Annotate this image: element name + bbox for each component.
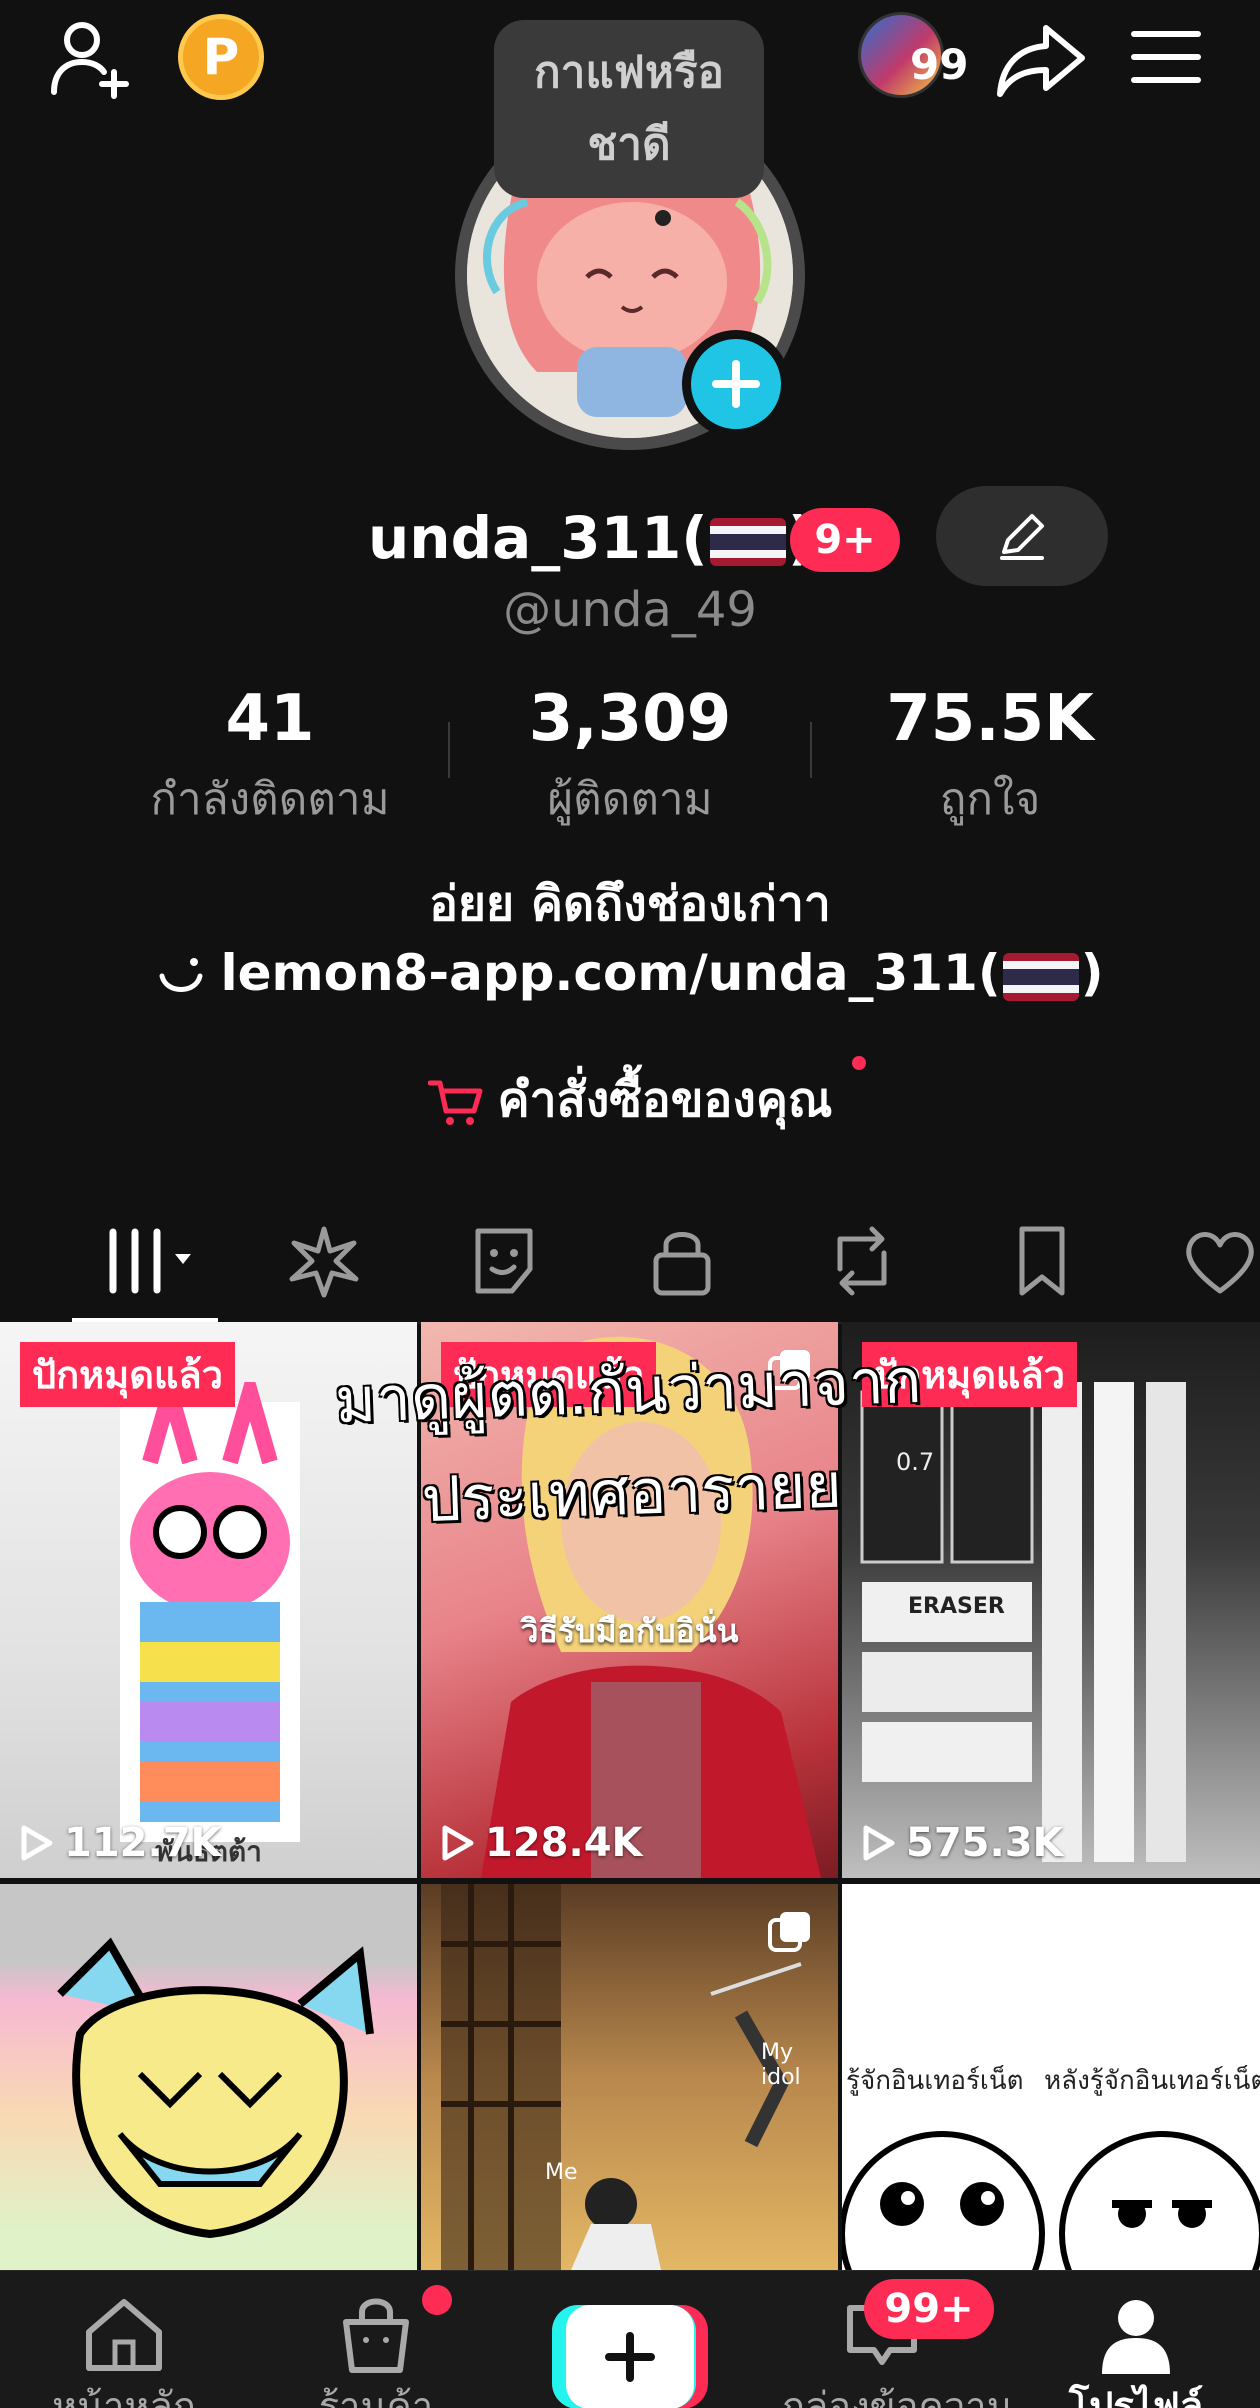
multi-video-icon: [768, 1912, 810, 1952]
video-tile[interactable]: [0, 1884, 417, 2270]
view-count-text: 128.4K: [485, 1820, 643, 1866]
grid-videos-icon: [109, 1228, 191, 1294]
tab-videos[interactable]: [95, 1216, 195, 1306]
eraser-label: ERASER: [908, 1594, 1005, 1619]
play-icon: [863, 1825, 895, 1861]
pencil-icon: [1000, 514, 1044, 560]
orders-label: คำสั่งซื้อของคุณ: [497, 1072, 833, 1128]
meme-text-right: หลังรู้จักอินเทอร์เน็ต: [1044, 2066, 1260, 2096]
stat-value: 3,309: [528, 682, 732, 756]
view-count: 112.7K: [20, 1820, 222, 1866]
thumbnail-art: [842, 2131, 1260, 2270]
edit-profile-button[interactable]: [936, 486, 1108, 586]
display-name-text: unda_311(: [368, 504, 708, 572]
cart-icon: [427, 1080, 483, 1125]
sparkle-effects-icon: [289, 1226, 359, 1298]
video-tile[interactable]: รู้จักอินเทอร์เน็ต หลังรู้จักอินเทอร์เน็…: [842, 1884, 1260, 2270]
stat-label: กำลังติดตาม: [150, 774, 390, 825]
video-overlay-caption: มาดูผู้ตต.กันว่ามาจากประเทศอารายย: [333, 1343, 923, 1537]
stat-likes[interactable]: 75.5K ถูกใจ: [810, 682, 1170, 834]
display-name: unda_311(): [368, 504, 814, 572]
meme-label-top: My idol: [761, 2040, 801, 2090]
add-story-button[interactable]: [682, 330, 790, 438]
tab-reposts[interactable]: [812, 1216, 912, 1306]
stat-followers[interactable]: 3,309 ผู้ติดตาม: [450, 682, 810, 834]
bio-link[interactable]: lemon8-app.com/unda_311(): [0, 944, 1260, 1002]
your-orders-link[interactable]: คำสั่งซื้อของคุณ: [0, 1062, 1260, 1138]
pinned-badge: ปักหมุดแล้ว: [20, 1342, 236, 1407]
hamburger-menu-icon[interactable]: [1130, 26, 1202, 88]
meme-text-left: รู้จักอินเทอร์เน็ต: [846, 2066, 1024, 2096]
plus-icon: [605, 2332, 655, 2382]
repost-icon: [837, 1226, 887, 1296]
shopping-bag-icon: [326, 2289, 426, 2379]
nav-profile[interactable]: โปรไฟล์: [1036, 2271, 1236, 2408]
play-icon: [442, 1825, 474, 1861]
nav-label: ร้านค้า: [318, 2384, 434, 2408]
bio-link-suffix: ): [1080, 944, 1104, 1002]
tab-favorites[interactable]: [992, 1216, 1092, 1306]
thai-flag-icon: [1002, 952, 1079, 1001]
stat-label: ถูกใจ: [939, 774, 1041, 825]
thai-flag-icon: [709, 517, 786, 566]
tab-liked[interactable]: [1170, 1216, 1260, 1306]
person-plus-icon[interactable]: [48, 14, 134, 100]
tile-caption: วิธีรับมือกับอินั่น: [520, 1612, 739, 1650]
note-bubble[interactable]: กาแฟหรือชาดี: [494, 20, 764, 198]
view-count-text: 112.7K: [64, 1820, 222, 1866]
create-button-face: [566, 2305, 694, 2408]
view-count: 128.4K: [441, 1820, 643, 1866]
stat-value: 75.5K: [886, 682, 1094, 756]
thumbnail-art: [57, 1937, 374, 2239]
meme-label-bottom: Me: [545, 2160, 578, 2185]
play-icon: [21, 1825, 53, 1861]
stat-label: ผู้ติดตาม: [547, 774, 713, 825]
nav-label: โปรไฟล์: [1068, 2384, 1204, 2408]
name-row: unda_311() 9+: [0, 486, 1260, 586]
profile-tabs: [0, 1206, 1260, 1324]
notification-dot: [852, 1056, 866, 1070]
profile-person-icon: [1086, 2289, 1186, 2379]
bottom-navigation: หน้าหลัก ร้านค้า กล่องข้อความ 99+ โปรไฟล…: [0, 2270, 1260, 2408]
share-arrow-icon[interactable]: [994, 22, 1086, 102]
bio-link-text: lemon8-app.com/unda_311(: [220, 944, 1001, 1002]
stat-following[interactable]: 41 กำลังติดตาม: [90, 682, 450, 834]
tab-effects[interactable]: [274, 1216, 374, 1306]
sticker-icon: [475, 1228, 533, 1294]
story-count[interactable]: 99: [910, 40, 968, 89]
video-tile[interactable]: My idol Me: [421, 1884, 838, 2270]
bookmark-icon: [1019, 1226, 1065, 1296]
profile-stats: 41 กำลังติดตาม 3,309 ผู้ติดตาม 75.5K ถูก…: [0, 682, 1260, 825]
home-icon: [74, 2289, 174, 2379]
view-count: 575.3K: [862, 1820, 1064, 1866]
bio-text: อ่ยย คิดถึงช่องเก่าา: [429, 876, 831, 932]
tab-stickers[interactable]: [454, 1216, 554, 1306]
inbox-badge: 99+: [864, 2279, 994, 2339]
username-handle: @unda_49: [503, 582, 757, 638]
lock-icon: [653, 1232, 711, 1296]
coin-icon[interactable]: P: [178, 14, 264, 100]
name-badge[interactable]: 9+: [790, 508, 900, 572]
stat-value: 41: [225, 682, 315, 756]
nav-label: หน้าหลัก: [52, 2384, 196, 2408]
notification-dot: [422, 2285, 452, 2315]
tab-private[interactable]: [632, 1216, 732, 1306]
plus-icon: [712, 360, 760, 408]
nav-label: กล่องข้อความ: [782, 2384, 1012, 2408]
lemon8-link-icon: [159, 957, 203, 992]
nav-home[interactable]: หน้าหลัก: [24, 2271, 224, 2408]
create-button[interactable]: [552, 2305, 708, 2408]
heart-icon: [1186, 1232, 1254, 1294]
view-count-text: 575.3K: [906, 1820, 1064, 1866]
